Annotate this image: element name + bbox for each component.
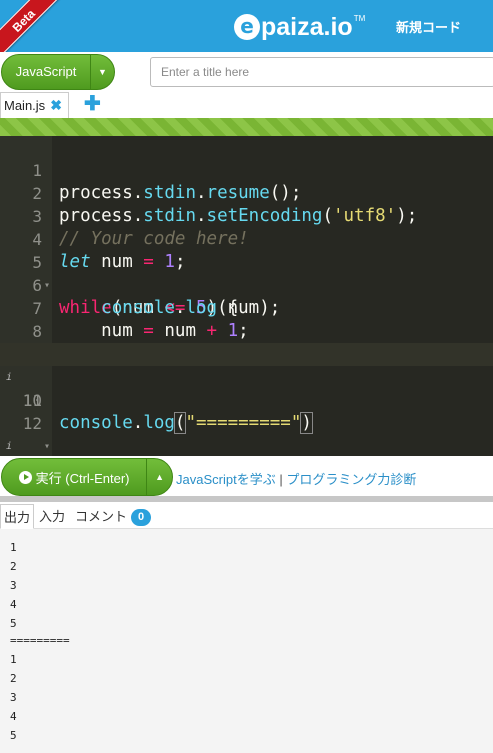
output-line: 1 [10,653,17,666]
caret-up-icon[interactable]: ▲ [146,459,172,495]
comment-count-badge: 0 [131,509,152,526]
run-bar: 実行 (Ctrl-Enter) ▲ JavaScriptを学ぶ | プログラミン… [0,456,493,496]
code-line: 11 [0,366,493,410]
title-input[interactable] [150,57,493,87]
run-main[interactable]: 実行 (Ctrl-Enter) [2,459,146,495]
beta-ribbon: Beta [0,0,62,52]
output-line: 4 [10,710,17,723]
code-line: 4 let num = 1; [0,205,493,272]
output-tab-bar: 出力 入力 コメント 0 [0,502,493,529]
caret-down-icon[interactable]: ▼ [90,55,114,89]
language-select-button[interactable]: JavaScript ▼ [1,54,115,90]
paiza-logo[interactable]: e paiza.io TM [234,12,365,42]
link-separator: | [279,472,283,487]
header: Beta e paiza.io TM 新規コード [0,0,493,52]
output-line: 2 [10,672,17,685]
language-label: JavaScript [15,64,77,79]
output-line: 3 [10,691,17,704]
code-line: 9 [0,320,493,364]
tab-comments-label: コメント [75,509,128,524]
logo-trademark: TM [353,13,366,23]
code-line: 2 process.stdin.setEncoding('utf8'); [0,159,493,226]
new-code-link[interactable]: 新規コード [396,17,461,36]
output-line: 4 [10,598,17,611]
toolbar: JavaScript ▼ [0,52,493,92]
tab-label: Main.js [4,98,46,113]
run-button[interactable]: 実行 (Ctrl-Enter) ▲ [1,458,173,496]
code-line: 12 ▾ for(let i = 1; i <= 5; i++) { [0,389,493,452]
code-line: i 13 console.log(i) [0,412,493,452]
help-links: JavaScriptを学ぶ | プログラミング力診断 [176,469,416,488]
output-line: 2 [10,560,17,573]
output-line: ========= [10,634,70,647]
code-line: 6 console.log(num); [0,251,493,318]
tab-output[interactable]: 出力 [0,504,35,529]
file-tab-bar: Main.js ✖ ✚ [0,92,493,118]
tab-input[interactable]: 入力 [36,504,68,529]
tab-comments[interactable]: コメント 0 [72,504,154,529]
code-line: 5 ▾ while(num <= 5) { [0,228,493,318]
output-panel: 1 2 3 4 5 ========= 1 2 3 4 5 [0,529,493,753]
code-line-active: i 10 console.log("=========") [0,343,493,434]
add-tab-icon[interactable]: ✚ [84,93,101,115]
run-label: 実行 (Ctrl-Enter) [35,470,130,486]
code-line: 8 } [0,297,493,364]
output-line: 5 [10,729,17,742]
output-line: 5 [10,617,17,630]
code-editor[interactable]: 1 process.stdin.resume(); 2 process.stdi… [0,136,493,456]
tab-main-js[interactable]: Main.js ✖ [0,92,69,118]
close-icon[interactable]: ✖ [50,97,62,114]
code-line: 1 process.stdin.resume(); [0,136,493,203]
code-line: 14 } [0,435,493,456]
editor-top-stripe [0,118,493,136]
play-icon [18,470,32,484]
output-line: 3 [10,579,17,592]
learn-javascript-link[interactable]: JavaScriptを学ぶ [176,472,276,487]
skill-check-link[interactable]: プログラミング力診断 [286,472,416,487]
code-line: 7 num = num + 1; [0,274,493,341]
output-line: 1 [10,541,17,554]
logo-mark-icon: e [234,14,260,40]
code-line: 3 // Your code here! [0,182,493,249]
logo-text: paiza.io [261,12,353,41]
